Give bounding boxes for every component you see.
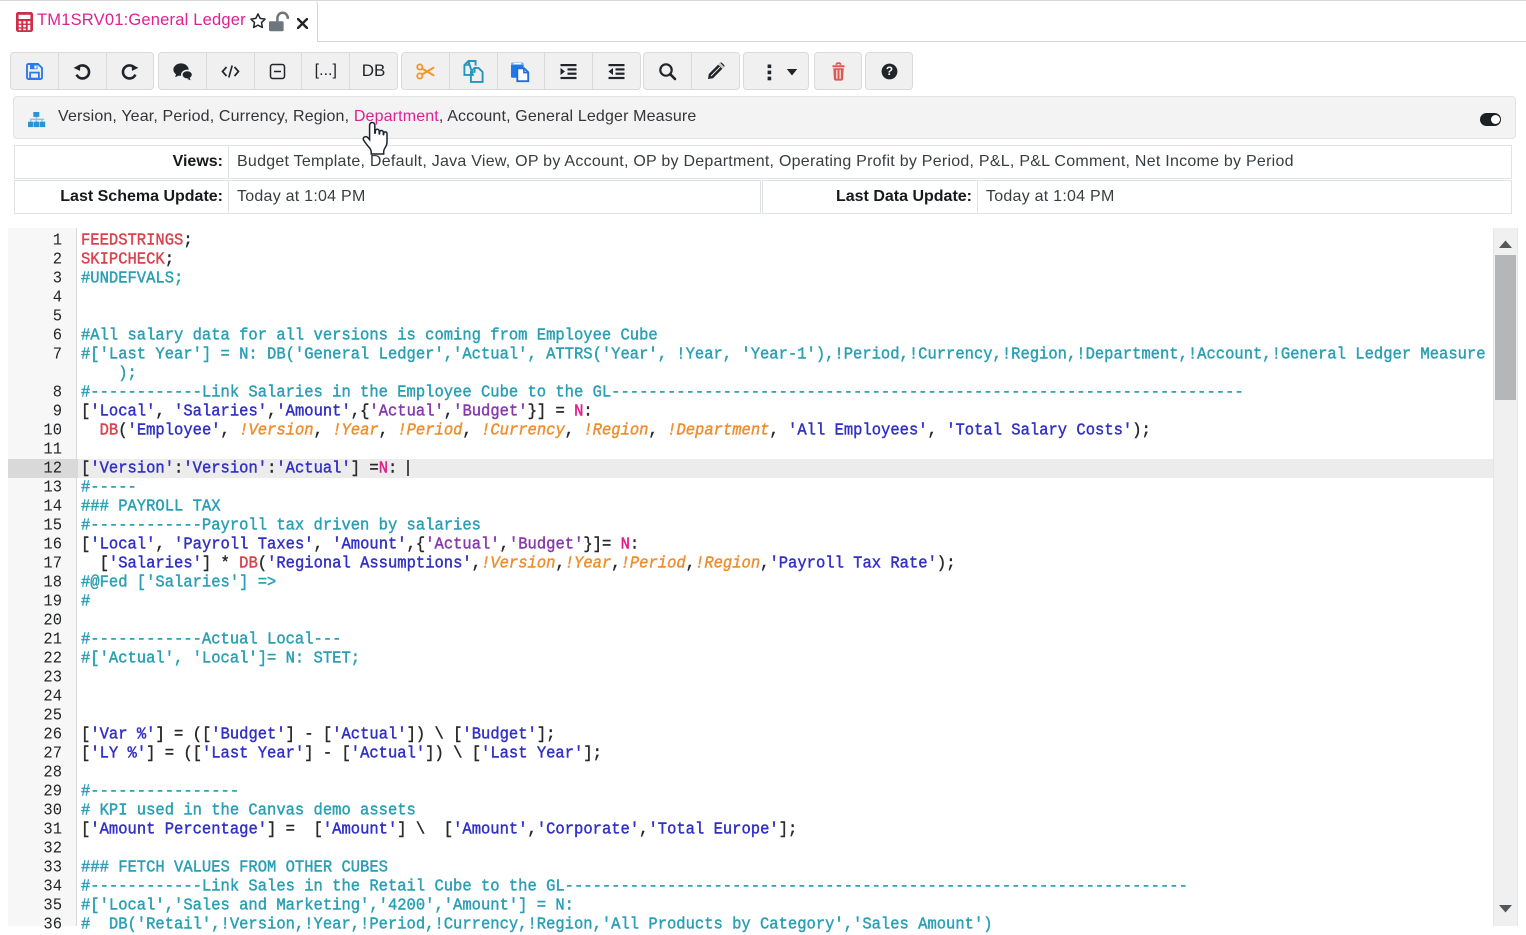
svg-text:?: ? [885, 64, 892, 78]
